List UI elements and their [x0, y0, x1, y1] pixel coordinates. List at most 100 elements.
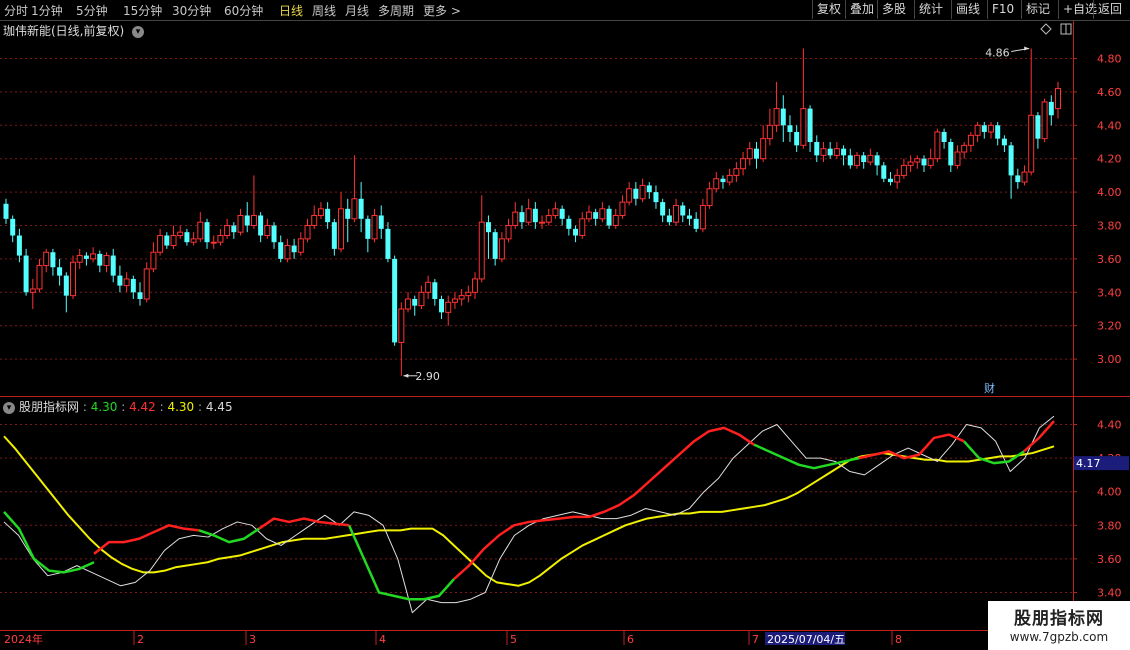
candle-body-up [90, 253, 97, 260]
candle-body-up [579, 218, 586, 237]
candle-body-down [184, 232, 190, 243]
low-price-label: 2.90 [415, 370, 440, 383]
candle-body-up [465, 291, 472, 297]
candle-body-up [599, 208, 606, 220]
candle-body-down [231, 225, 237, 233]
candle-body-up [773, 108, 780, 126]
price-tick-label: 3.00 [1097, 353, 1122, 366]
candle-body-up [304, 225, 311, 240]
price-tick-label: 3.60 [1097, 253, 1122, 266]
candle-body-up [478, 221, 485, 280]
candle-body-down [814, 142, 820, 156]
candle-body-down [887, 178, 893, 183]
candle-body-down [258, 215, 264, 236]
candle-body-down [63, 275, 69, 296]
candle-body-down [204, 222, 210, 243]
candle-body-down [566, 218, 572, 229]
candle-body-down [1001, 138, 1007, 146]
candle-body-up [398, 308, 405, 343]
candle-body-down [432, 282, 438, 299]
candle-body-up [967, 134, 974, 146]
candle-body-up [961, 144, 968, 153]
candle-body-down [780, 108, 786, 126]
candle-body-up [264, 225, 271, 237]
price-tick-label: 3.20 [1097, 320, 1122, 333]
price-tick-label: 4.00 [1097, 186, 1122, 199]
candle-body-up [867, 154, 874, 163]
candle-body-down [1015, 175, 1021, 183]
candle-body-up [451, 298, 458, 303]
candle-body-down [485, 222, 491, 233]
candle-body-up [934, 131, 941, 160]
indicator-tick-label: 4.00 [1097, 486, 1122, 499]
candle-body-up [639, 184, 646, 200]
candle-body-down [1008, 145, 1014, 176]
candle-body-up [445, 301, 452, 313]
candle-body-up [927, 158, 934, 166]
candle-body-down [110, 255, 116, 276]
candle-body-down [385, 228, 391, 259]
candle-body-down [653, 192, 659, 203]
candle-body-down [291, 245, 297, 253]
candle-body-up [853, 154, 860, 166]
candle-body-up [552, 208, 559, 216]
candle-body-up [900, 164, 907, 176]
candle-body-down [874, 155, 880, 166]
candle-body-up [505, 225, 512, 240]
candle-body-up [706, 188, 713, 206]
candle-body-down [10, 218, 16, 236]
yellow-ma-line [3, 435, 1055, 587]
candle-body-up [237, 214, 244, 233]
candle-body-up [317, 208, 324, 216]
candle-body-up [311, 214, 318, 226]
candle-body-down [57, 267, 63, 276]
diamond-icon [1040, 23, 1052, 35]
candle-body-up [217, 235, 224, 243]
candle-body-up [820, 148, 827, 156]
candle-body-down [1048, 101, 1054, 116]
candle-body-down [137, 292, 143, 299]
candle-body-down [593, 212, 599, 219]
low-arrow-head [403, 373, 409, 378]
candle-body-down [1035, 115, 1041, 139]
month-label: 7 [752, 633, 759, 646]
candle-body-up [157, 235, 164, 253]
price-tick-label: 4.80 [1097, 53, 1122, 66]
candle-body-down [693, 218, 699, 229]
candle-body-down [921, 158, 927, 166]
green-signal-line [3, 511, 95, 574]
candle-body-down [519, 212, 525, 223]
red-signal-line [93, 524, 200, 555]
candle-body-down [573, 228, 579, 236]
watermark-title: 股朋指标网 [1014, 609, 1104, 629]
candle-body-down [646, 185, 652, 193]
price-tick-label: 4.40 [1097, 119, 1122, 132]
candle-body-up [284, 245, 291, 260]
candle-body-up [740, 158, 747, 170]
candle-body-up [170, 235, 177, 247]
candle-body-down [244, 215, 250, 226]
candle-body-up [699, 204, 706, 230]
candle-body-up [585, 211, 592, 220]
candle-body-down [271, 225, 277, 243]
candle-body-up [545, 214, 552, 223]
candle-body-down [948, 142, 954, 166]
candle-body-up [29, 288, 36, 293]
price-tick-label: 3.40 [1097, 286, 1122, 299]
candle-body-up [954, 151, 961, 166]
candle-body-up [297, 238, 304, 253]
watermark: 股朋指标网 www.7gpzb.com [988, 601, 1130, 650]
candle-body-down [492, 232, 498, 259]
candle-body-up [1055, 88, 1061, 110]
candle-body-down [861, 155, 867, 163]
candle-body-up [43, 251, 50, 267]
candle-body-up [914, 158, 921, 163]
stock-chart[interactable]: 4.80 4.60 4.40 4.20 4.00 3.80 3.60 3.40 3.20 3.00… [0, 0, 1130, 650]
candle-body-up [371, 214, 378, 240]
candle-body-up [472, 278, 479, 293]
candle-body-down [392, 258, 398, 343]
candle-body-up [338, 208, 345, 250]
candle-body-up [987, 124, 994, 133]
month-label: 5 [510, 633, 517, 646]
green-signal-line [198, 527, 260, 544]
